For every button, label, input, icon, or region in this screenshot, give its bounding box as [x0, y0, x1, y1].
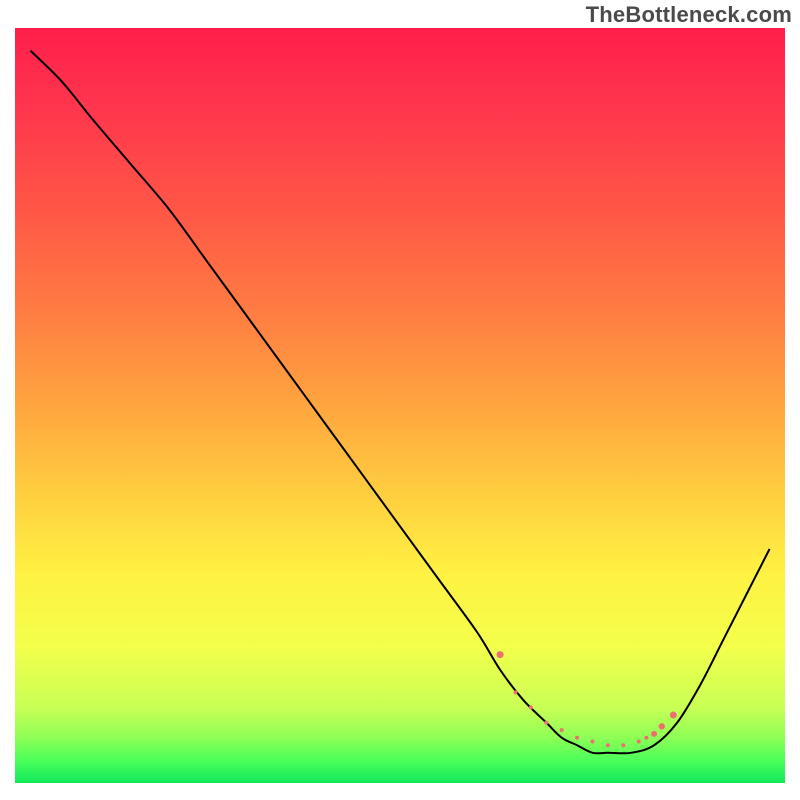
valley-dot: [659, 723, 665, 729]
valley-dot: [529, 706, 533, 710]
chart-container: TheBottleneck.com: [0, 0, 800, 800]
valley-dot: [497, 651, 504, 658]
valley-dot: [651, 731, 657, 737]
valley-dot: [621, 743, 625, 747]
valley-dot: [591, 739, 595, 743]
valley-dot: [544, 721, 548, 725]
valley-dot: [606, 743, 610, 747]
valley-dot: [670, 712, 677, 719]
plot-background: [15, 28, 785, 783]
valley-dot: [575, 736, 579, 740]
watermark-text: TheBottleneck.com: [586, 2, 792, 28]
valley-dot: [514, 690, 518, 694]
chart-svg: [0, 0, 800, 800]
valley-dot: [637, 739, 641, 743]
valley-dot: [560, 728, 564, 732]
valley-dot: [644, 736, 648, 740]
